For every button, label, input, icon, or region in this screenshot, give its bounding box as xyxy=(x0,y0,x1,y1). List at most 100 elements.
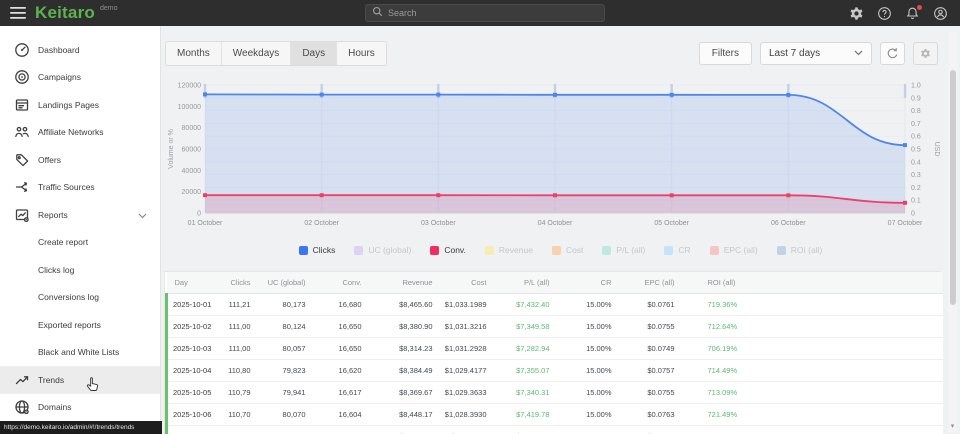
sidebar-item-traffic-sources[interactable]: Traffic Sources xyxy=(0,174,160,202)
table-row: 2025-10-03111,0080,05716,650$8,314.23$1,… xyxy=(167,338,943,360)
table-cell: 713.09% xyxy=(685,382,943,404)
svg-text:0.7: 0.7 xyxy=(911,121,921,128)
legend-item-cost[interactable]: Cost xyxy=(552,245,583,255)
period-tabs: MonthsWeekdaysDaysHours xyxy=(165,41,387,66)
search-box[interactable] xyxy=(365,4,605,22)
menu-icon[interactable] xyxy=(10,7,26,19)
svg-text:06 October: 06 October xyxy=(771,220,806,227)
svg-text:Volume or %: Volume or % xyxy=(168,129,175,169)
scroll-down-arrow[interactable]: ▾ xyxy=(948,422,957,430)
table-cell: 15.00% xyxy=(560,404,622,426)
column-header: Conv. xyxy=(316,272,372,294)
sidebar-item-label: Affiliate Networks xyxy=(38,127,104,137)
svg-text:04 October: 04 October xyxy=(538,220,573,227)
legend-label: Clicks xyxy=(313,245,336,255)
column-header: Clicks xyxy=(225,272,261,294)
scrollbar-thumb[interactable] xyxy=(950,70,956,305)
svg-text:0.1: 0.1 xyxy=(911,198,921,205)
legend-swatch xyxy=(354,246,363,255)
column-header: EPC (all) xyxy=(622,272,685,294)
table-cell: 15.00% xyxy=(560,294,622,316)
date-range-select[interactable]: Last 7 days xyxy=(760,42,872,65)
table-cell: 110,79 xyxy=(225,382,261,404)
account-icon[interactable] xyxy=(933,6,948,21)
tab-weekdays[interactable]: Weekdays xyxy=(222,42,292,65)
table-cell: $8,369.67 xyxy=(372,382,443,404)
legend-item-cr[interactable]: CR xyxy=(664,245,690,255)
sidebar-item-landings-pages[interactable]: Landings Pages xyxy=(0,91,160,119)
table-cell: 2025-10-05 xyxy=(167,382,225,404)
sidebar-item-label: Campaigns xyxy=(38,72,81,82)
table-cell: $0.0761 xyxy=(622,294,685,316)
legend-swatch xyxy=(602,246,611,255)
notifications-icon[interactable] xyxy=(905,6,920,21)
sidebar-item-campaigns[interactable]: Campaigns xyxy=(0,64,160,92)
column-header: P/L (all) xyxy=(497,272,560,294)
search-input[interactable] xyxy=(388,8,588,18)
table-cell: 46,47 xyxy=(261,426,316,434)
sidebar-item-exported-reports[interactable]: Exported reports xyxy=(0,311,160,339)
column-header: Revenue xyxy=(372,272,443,294)
table-cell: $8,384.49 xyxy=(372,360,443,382)
sidebar-item-dashboard[interactable]: Dashboard xyxy=(0,36,160,64)
legend-item-uc-global-[interactable]: UC (global) xyxy=(354,245,411,255)
sidebar-item-label: Landings Pages xyxy=(38,100,99,110)
sidebar-item-reports[interactable]: Reports xyxy=(0,201,160,229)
sidebar-item-create-report[interactable]: Create report xyxy=(0,229,160,257)
table-cell: 110,70 xyxy=(225,404,261,426)
table-cell: $8,380.90 xyxy=(372,316,443,338)
table-cell: $0.0763 xyxy=(622,404,685,426)
toolbar-right: Filters Last 7 days xyxy=(699,42,938,65)
sidebar-item-offers[interactable]: Offers xyxy=(0,146,160,174)
table-cell: 721.49% xyxy=(685,404,943,426)
legend-item-revenue[interactable]: Revenue xyxy=(485,245,533,255)
app-logo[interactable]: Keitaro xyxy=(35,3,95,23)
sidebar-item-clicks-log[interactable]: Clicks log xyxy=(0,256,160,284)
column-header: UC (global) xyxy=(261,272,316,294)
tab-days[interactable]: Days xyxy=(291,42,337,65)
svg-text:0.4: 0.4 xyxy=(911,159,921,166)
legend-item-p-l-all-[interactable]: P/L (all) xyxy=(602,245,645,255)
legend-item-roi-all-[interactable]: ROI (all) xyxy=(777,245,823,255)
sidebar-item-domains[interactable]: Domains xyxy=(0,394,160,422)
chart-settings-button[interactable] xyxy=(913,42,938,65)
svg-text:02 October: 02 October xyxy=(304,220,339,227)
sidebar-item-black-and-white-lists[interactable]: Black and White Lists xyxy=(0,339,160,367)
legend-item-conv-[interactable]: Conv. xyxy=(430,245,466,255)
svg-text:0.8: 0.8 xyxy=(911,108,921,115)
affiliates-icon xyxy=(14,124,30,140)
tab-months[interactable]: Months xyxy=(166,42,222,65)
settings-icon[interactable] xyxy=(849,6,864,21)
legend-swatch xyxy=(710,246,719,255)
sidebar-item-affiliate-networks[interactable]: Affiliate Networks xyxy=(0,119,160,147)
svg-text:1.0: 1.0 xyxy=(911,83,921,90)
help-icon[interactable] xyxy=(877,6,892,21)
table-cell: $1,031.3216 xyxy=(443,316,497,338)
table-cell: 2025-10-03 xyxy=(167,338,225,360)
notification-badge xyxy=(917,5,922,10)
refresh-button[interactable] xyxy=(880,42,905,65)
sidebar-item-trends[interactable]: Trends xyxy=(0,366,160,394)
table-cell: 2025-10-07 xyxy=(167,426,225,434)
legend-item-clicks[interactable]: Clicks xyxy=(299,245,336,255)
sidebar-item-conversions-log[interactable]: Conversions log xyxy=(0,284,160,312)
filters-button[interactable]: Filters xyxy=(699,42,752,65)
svg-text:01 October: 01 October xyxy=(188,220,223,227)
legend-item-epc-all-[interactable]: EPC (all) xyxy=(710,245,758,255)
svg-text:03 October: 03 October xyxy=(421,220,456,227)
legend-label: Conv. xyxy=(444,245,466,255)
table-cell: 15.00% xyxy=(560,316,622,338)
table-cell: 16,617 xyxy=(316,382,372,404)
campaigns-icon xyxy=(14,69,30,85)
table-cell: $8,314.23 xyxy=(372,338,443,360)
table-cell: 16,650 xyxy=(316,316,372,338)
table-cell: 712.64% xyxy=(685,316,943,338)
table-cell: $0.0757 xyxy=(622,360,685,382)
vertical-scrollbar[interactable]: ▾ xyxy=(948,32,957,432)
tab-hours[interactable]: Hours xyxy=(337,42,386,65)
table-row: 2025-10-05110,7979,94116,617$8,369.67$1,… xyxy=(167,382,943,404)
table-cell: $1,033.1989 xyxy=(443,294,497,316)
table-row: 2025-10-01111,2180,17316,680$8,465.60$1,… xyxy=(167,294,943,316)
table-cell: 64,48 xyxy=(225,426,261,434)
toolbar: MonthsWeekdaysDaysHours Filters Last 7 d… xyxy=(161,26,960,65)
